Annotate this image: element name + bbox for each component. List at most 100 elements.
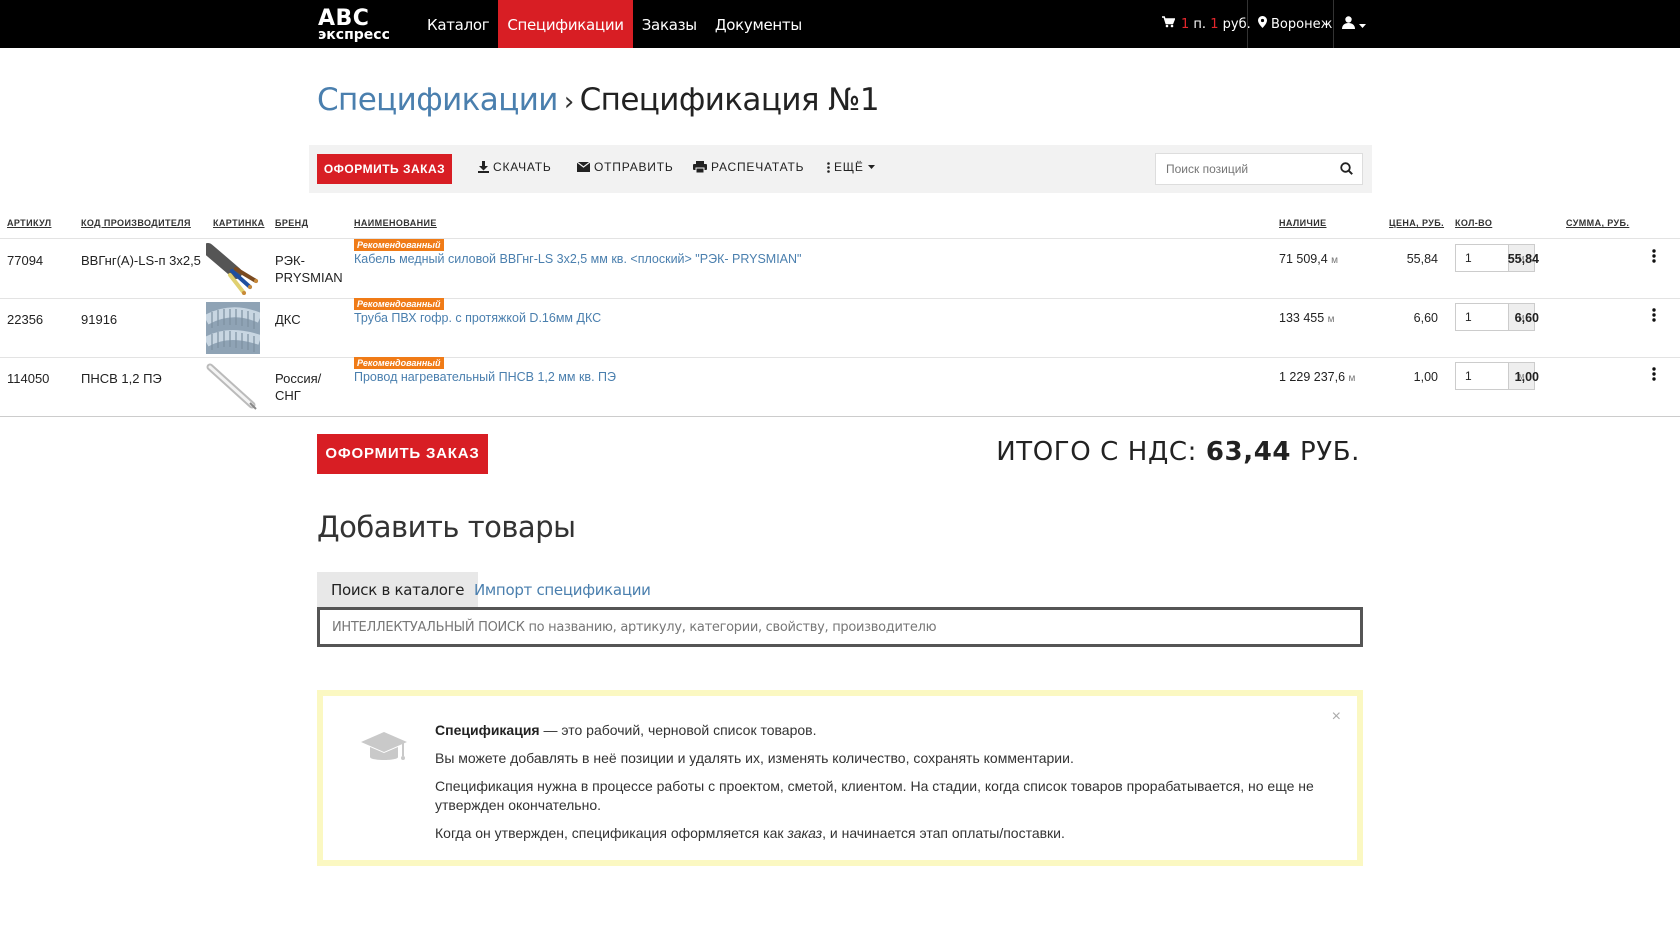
table-bottom-divider	[0, 416, 1680, 417]
specification-info-box: × Спецификация — это рабочий, черновой с…	[317, 690, 1363, 866]
city-name: Воронеж	[1271, 16, 1333, 32]
total-label: ИТОГО С НДС:	[996, 437, 1197, 467]
stock-value: 1 229 237,6	[1279, 370, 1346, 384]
row-brand: ДКС	[275, 312, 301, 327]
send-label: ОТПРАВИТЬ	[594, 160, 674, 174]
product-image-cable[interactable]	[202, 243, 260, 295]
nav-orders[interactable]: Заказы	[633, 0, 706, 48]
header-divider	[1333, 0, 1334, 48]
printer-icon	[693, 161, 707, 173]
product-name-link[interactable]: Кабель медный силовой ВВГнг-LS 3х2,5 мм …	[354, 252, 802, 266]
quantity-value: 1	[1465, 251, 1472, 265]
col-header-price[interactable]: ЦЕНА, РУБ.	[1389, 218, 1444, 228]
caret-down-icon	[1359, 17, 1366, 32]
stock-unit: м	[1331, 255, 1339, 266]
cart-icon	[1162, 16, 1176, 32]
caret-down-icon	[867, 165, 875, 169]
product-name-link[interactable]: Труба ПВХ гофр. с протяжкой D.16мм ДКС	[354, 311, 601, 325]
quantity-value: 1	[1465, 369, 1472, 383]
cart-sum: 1	[1210, 16, 1219, 32]
smart-search-placeholder-bold: ИНТЕЛЛЕКТУАЛЬНЫЙ ПОИСК	[332, 620, 525, 635]
col-header-brand[interactable]: БРЕНД	[275, 218, 308, 228]
col-header-image: КАРТИНКА	[213, 218, 265, 228]
more-label: ЕЩЁ	[834, 160, 864, 174]
nav-documents[interactable]: Документы	[706, 0, 811, 48]
col-header-name[interactable]: НАИМЕНОВАНИЕ	[354, 218, 437, 228]
kebab-menu-icon	[1652, 367, 1656, 385]
total-currency: РУБ.	[1299, 437, 1360, 467]
order-total: ИТОГО С НДС: 63,44 РУБ.	[996, 437, 1360, 467]
download-label: СКАЧАТЬ	[493, 160, 552, 174]
place-order-button-top[interactable]: ОФОРМИТЬ ЗАКАЗ	[317, 154, 452, 184]
info-line-4-b: , и начинается этап оплаты/поставки.	[822, 825, 1065, 841]
table-row: 22356 91916 ДКС Рекомендованный Труба ПВ…	[0, 298, 1680, 357]
cart-summary[interactable]: 1 п. 1 руб.	[1162, 0, 1251, 48]
city-selector[interactable]: Воронеж	[1258, 0, 1332, 48]
row-sum: 1,00	[1514, 370, 1539, 384]
smart-search-placeholder-rest: по названию, артикулу, категории, свойст…	[524, 620, 937, 635]
col-header-sum[interactable]: СУММА, РУБ.	[1566, 218, 1629, 228]
stock-value: 133 455	[1279, 311, 1325, 325]
main-nav: Каталог Спецификации Заказы Документы	[418, 0, 811, 48]
print-button[interactable]: РАСПЕЧАТАТЬ	[693, 160, 804, 174]
row-sum: 55,84	[1507, 252, 1539, 266]
search-icon[interactable]	[1340, 162, 1353, 180]
add-goods-heading: Добавить товары	[317, 510, 576, 544]
page-title: Спецификация №1	[579, 82, 880, 118]
print-label: РАСПЕЧАТАТЬ	[711, 160, 805, 174]
product-name-link[interactable]: Провод нагревательный ПНСВ 1,2 мм кв. ПЭ	[354, 370, 616, 384]
recommended-badge: Рекомендованный	[354, 298, 444, 310]
close-icon[interactable]: ×	[1332, 708, 1341, 726]
row-actions-menu[interactable]	[1652, 367, 1656, 386]
row-stock: 1 229 237,6 м	[1279, 370, 1355, 384]
row-actions-menu[interactable]	[1652, 308, 1656, 327]
place-order-button[interactable]: ОФОРМИТЬ ЗАКАЗ	[317, 434, 488, 474]
row-stock: 71 509,4 м	[1279, 252, 1338, 266]
position-search-input[interactable]	[1156, 154, 1326, 184]
tab-import-specification[interactable]: Импорт спецификации	[460, 572, 665, 608]
recommended-badge: Рекомендованный	[354, 357, 444, 369]
row-price: 55,84	[1406, 252, 1438, 266]
row-mfr-code: ПНСВ 1,2 ПЭ	[81, 371, 162, 386]
info-line-3: Спецификация нужна в процессе работы с п…	[435, 778, 1314, 813]
info-line-2: Вы можете добавлять в неё позиции и удал…	[435, 750, 1074, 766]
tab-catalog-search[interactable]: Поиск в каталоге	[317, 572, 479, 608]
row-price: 1,00	[1413, 370, 1438, 384]
row-brand: РЭК-PRYSMIAN	[275, 253, 343, 285]
row-mfr-code: ВВГнг(А)-LS-п 3х2,5	[81, 253, 201, 268]
logo[interactable]: ABC экспресс	[318, 8, 390, 43]
send-button[interactable]: ОТПРАВИТЬ	[577, 160, 674, 174]
row-article: 114050	[7, 371, 50, 386]
product-image-corrugated-pipe[interactable]	[203, 302, 263, 354]
col-header-mfr-code[interactable]: КОД ПРОИЗВОДИТЕЛЯ	[81, 218, 191, 228]
col-header-qty[interactable]: КОЛ-ВО	[1455, 218, 1492, 228]
top-navbar: ABC экспресс Каталог Спецификации Заказы…	[0, 0, 1680, 48]
kebab-menu-icon	[1652, 249, 1656, 267]
row-price: 6,60	[1413, 311, 1438, 325]
more-dropdown[interactable]: ЕЩЁ	[827, 160, 875, 174]
breadcrumb-specifications-link[interactable]: Спецификации	[317, 82, 558, 118]
nav-catalog[interactable]: Каталог	[418, 0, 498, 48]
stock-value: 71 509,4	[1279, 252, 1328, 266]
table-row: 114050 ПНСВ 1,2 ПЭ Россия/СНГ Рекомендов…	[0, 357, 1680, 416]
quantity-value: 1	[1465, 310, 1472, 324]
user-icon	[1342, 15, 1355, 33]
row-article: 22356	[7, 312, 44, 327]
table-row: 77094 ВВГнг(А)-LS-п 3х2,5 РЭК-PRYSMIAN Р…	[0, 239, 1680, 298]
smart-search-input[interactable]: ИНТЕЛЛЕКТУАЛЬНЫЙ ПОИСК по названию, арти…	[317, 607, 1363, 647]
cart-count: 1	[1181, 16, 1190, 32]
col-header-stock[interactable]: НАЛИЧИЕ	[1279, 218, 1327, 228]
info-line-1: Спецификация — это рабочий, черновой спи…	[435, 721, 816, 740]
row-brand: Россия/СНГ	[275, 371, 322, 403]
map-pin-icon	[1258, 16, 1267, 32]
user-menu[interactable]	[1342, 0, 1366, 48]
product-image-heating-wire[interactable]	[206, 361, 260, 413]
cart-count-unit: п.	[1193, 16, 1207, 32]
row-actions-menu[interactable]	[1652, 249, 1656, 268]
nav-specifications[interactable]: Спецификации	[498, 0, 633, 48]
position-search	[1155, 153, 1363, 185]
col-header-article[interactable]: АРТИКУЛ	[7, 218, 51, 228]
spec-toolbar: ОФОРМИТЬ ЗАКАЗ СКАЧАТЬ ОТПРАВИТЬ РАСПЕЧА…	[309, 145, 1372, 193]
download-button[interactable]: СКАЧАТЬ	[478, 160, 552, 174]
graduation-cap-icon	[359, 730, 409, 773]
